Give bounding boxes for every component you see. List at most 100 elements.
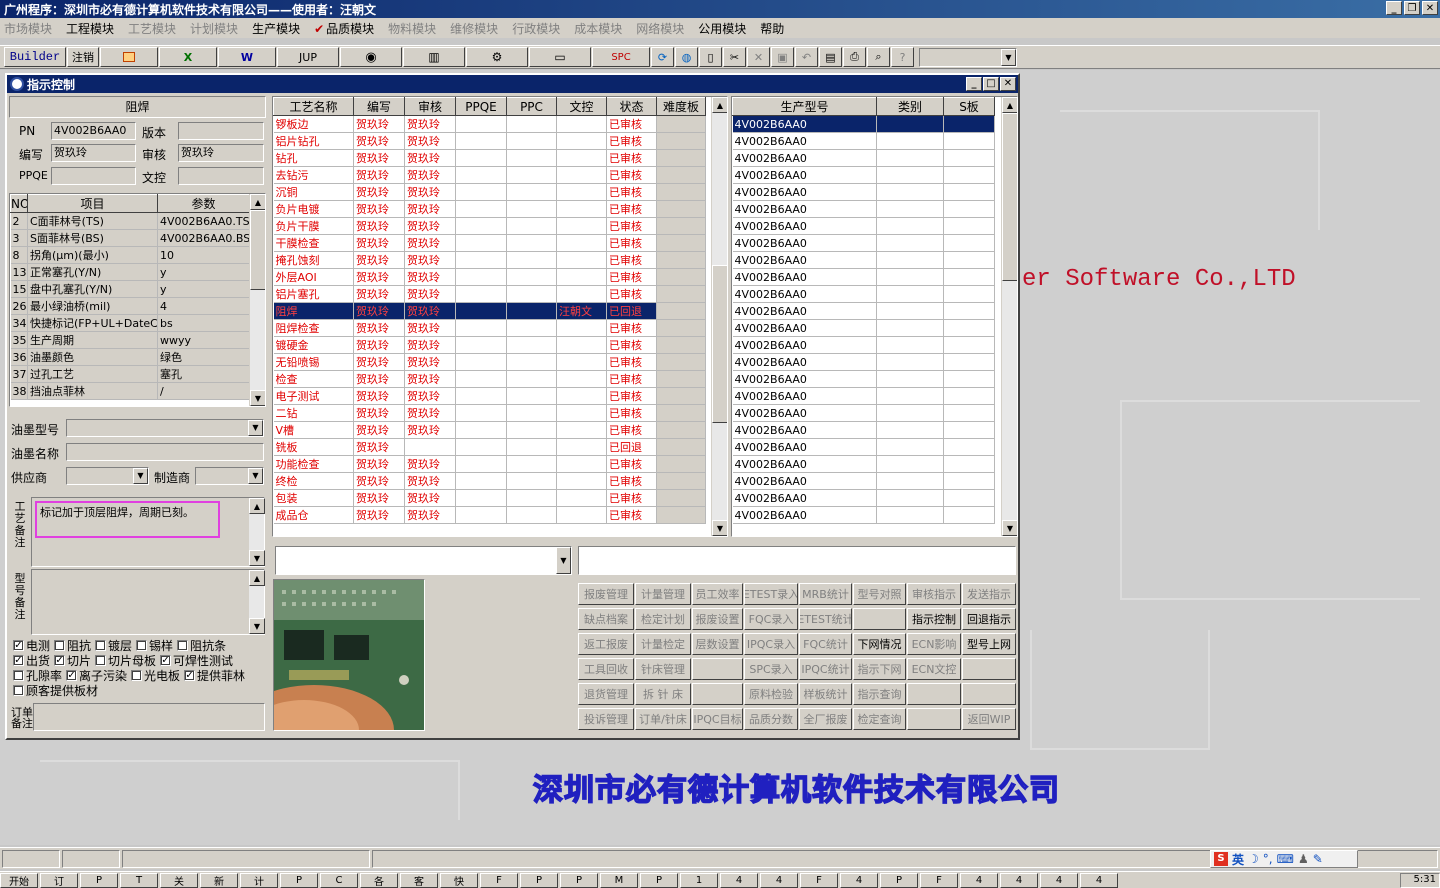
- function-button[interactable]: MRB统计: [799, 583, 852, 605]
- table-row[interactable]: 4V002B6AA0: [732, 455, 995, 473]
- process-note-area[interactable]: 标记加于顶层阻焊，周期已刻。 ▲ ▼: [31, 497, 265, 567]
- function-button[interactable]: [907, 683, 961, 705]
- spc-button[interactable]: SPC: [592, 47, 650, 67]
- function-button[interactable]: ECN文控: [907, 658, 961, 680]
- option-checkbox[interactable]: 光电板: [131, 667, 180, 684]
- table-row[interactable]: 4V002B6AA0: [732, 489, 995, 507]
- table-row[interactable]: 4V002B6AA0: [732, 183, 995, 201]
- function-button[interactable]: 订单/针床: [635, 708, 691, 730]
- table-row[interactable]: 终检 贺玖玲 贺玖玲 已审核: [273, 472, 706, 490]
- unchecked-box-icon[interactable]: [95, 655, 107, 666]
- checked-box-icon[interactable]: ✓: [160, 655, 172, 666]
- taskbar-button[interactable]: C: [320, 872, 358, 888]
- table-row[interactable]: 36 油墨颜色 绿色: [10, 348, 250, 366]
- delete-icon[interactable]: ✕: [747, 47, 770, 67]
- function-button[interactable]: [962, 683, 1016, 705]
- start-button[interactable]: 开始: [0, 872, 38, 888]
- function-button[interactable]: 型号上网: [962, 633, 1016, 655]
- checked-box-icon[interactable]: ✓: [184, 670, 196, 681]
- column-header[interactable]: 审核: [404, 97, 456, 116]
- menu-item[interactable]: 网络模块: [636, 20, 684, 37]
- function-button[interactable]: 缺点档案: [578, 608, 634, 630]
- table-row[interactable]: 2 C面菲林号(TS) 4V002B6AA0.TS: [10, 212, 250, 230]
- function-button[interactable]: 检定计划: [635, 608, 691, 630]
- scroll-up-icon[interactable]: ▲: [249, 570, 265, 586]
- print-icon[interactable]: ⎙: [843, 47, 866, 67]
- table-row[interactable]: 4V002B6AA0: [732, 353, 995, 371]
- table-row[interactable]: 去钻污 贺玖玲 贺玖玲 已审核: [273, 166, 706, 184]
- function-button[interactable]: 检定查询: [853, 708, 906, 730]
- table-row[interactable]: 功能检查 贺玖玲 贺玖玲 已审核: [273, 455, 706, 473]
- function-button[interactable]: [962, 658, 1016, 680]
- table-row[interactable]: 成品仓 贺玖玲 贺玖玲 已审核: [273, 506, 706, 524]
- table-row[interactable]: 4V002B6AA0: [732, 506, 995, 524]
- function-button[interactable]: 审核指示: [907, 583, 961, 605]
- function-button[interactable]: 投诉管理: [578, 708, 634, 730]
- function-button[interactable]: 型号对照: [853, 583, 906, 605]
- table-row[interactable]: 负片电镀 贺玖玲 贺玖玲 已审核: [273, 200, 706, 218]
- jup-button[interactable]: JUP: [277, 47, 339, 67]
- column-header[interactable]: NO: [10, 194, 28, 213]
- taskbar-button[interactable]: P: [640, 872, 678, 888]
- taskbar-button[interactable]: F: [920, 872, 958, 888]
- undo-icon[interactable]: ↶: [795, 47, 818, 67]
- cut-icon[interactable]: ✂: [723, 47, 746, 67]
- function-button[interactable]: 退货管理: [578, 683, 634, 705]
- taskbar-button[interactable]: 4: [1000, 872, 1038, 888]
- refresh-icon[interactable]: ⟳: [651, 47, 674, 67]
- ppqe-field[interactable]: [51, 167, 136, 185]
- process-filter-combo[interactable]: ▼: [275, 546, 572, 575]
- table-row[interactable]: 铣板 贺玖玲 已回退: [273, 438, 706, 456]
- column-header[interactable]: 类别: [876, 97, 944, 116]
- scroll-down-icon[interactable]: ▼: [712, 520, 727, 536]
- function-button[interactable]: IPQC目标: [692, 708, 743, 730]
- column-header[interactable]: 工艺名称: [273, 97, 354, 116]
- table-row[interactable]: 电子测试 贺玖玲 贺玖玲 已审核: [273, 387, 706, 405]
- doc-control-field[interactable]: [178, 167, 264, 185]
- function-button[interactable]: [907, 708, 961, 730]
- builder-button[interactable]: Builder: [4, 47, 66, 67]
- order-note-field[interactable]: [33, 703, 265, 731]
- column-header[interactable]: PPC: [506, 97, 557, 116]
- column-header[interactable]: 状态: [606, 97, 657, 116]
- taskbar-button[interactable]: M: [600, 872, 638, 888]
- function-button[interactable]: 全厂报废: [799, 708, 852, 730]
- table-row[interactable]: 15 盘中孔塞孔(Y/N) y: [10, 280, 250, 298]
- author-field[interactable]: 贺玖玲: [51, 144, 136, 162]
- function-button[interactable]: [853, 608, 906, 630]
- menu-item[interactable]: 行政模块: [512, 20, 560, 37]
- table-row[interactable]: 4V002B6AA0: [732, 115, 995, 133]
- table-row[interactable]: 干膜检查 贺玖玲 贺玖玲 已审核: [273, 234, 706, 252]
- menu-item[interactable]: 生产模块: [252, 20, 300, 37]
- version-field[interactable]: [178, 122, 264, 140]
- taskbar-button[interactable]: 订: [40, 872, 78, 888]
- function-button[interactable]: 回退指示: [962, 608, 1016, 630]
- close-icon[interactable]: ✕: [1000, 77, 1016, 91]
- taskbar-button[interactable]: F: [800, 872, 838, 888]
- function-button[interactable]: 下网情况: [853, 633, 906, 655]
- scroll-down-icon[interactable]: ▼: [1002, 520, 1017, 536]
- params-grid[interactable]: NO项目参数 2C面菲林号(TS)4V002B6AA0.TS3S面菲林号(BS)…: [9, 193, 266, 407]
- column-header[interactable]: S板: [943, 97, 995, 116]
- taskbar-button[interactable]: P: [880, 872, 918, 888]
- scroll-thumb[interactable]: [250, 210, 265, 290]
- process-scrollbar[interactable]: ▲ ▼: [711, 97, 727, 536]
- moon-icon[interactable]: ☽: [1248, 852, 1259, 866]
- function-button[interactable]: ETEST统计: [799, 608, 852, 630]
- params-scrollbar[interactable]: ▲ ▼: [249, 194, 265, 406]
- menu-item[interactable]: 维修模块: [450, 20, 498, 37]
- table-row[interactable]: 4V002B6AA0: [732, 251, 995, 269]
- column-header[interactable]: 文控: [556, 97, 607, 116]
- function-button[interactable]: 原料检验: [744, 683, 798, 705]
- note-scrollbar[interactable]: ▲ ▼: [248, 570, 265, 634]
- table-row[interactable]: 3 S面菲林号(BS) 4V002B6AA0.BS: [10, 229, 250, 247]
- database-icon[interactable]: ▥: [403, 47, 465, 67]
- taskbar-button[interactable]: P: [560, 872, 598, 888]
- chevron-down-icon[interactable]: ▼: [248, 420, 263, 436]
- menu-item[interactable]: 成本模块: [574, 20, 622, 37]
- taskbar-button[interactable]: P: [280, 872, 318, 888]
- table-row[interactable]: 二钻 贺玖玲 贺玖玲 已审核: [273, 404, 706, 422]
- taskbar-button[interactable]: 新: [200, 872, 238, 888]
- table-row[interactable]: 锣板边 贺玖玲 贺玖玲 已审核: [273, 115, 706, 133]
- checked-box-icon[interactable]: ✓: [13, 640, 24, 651]
